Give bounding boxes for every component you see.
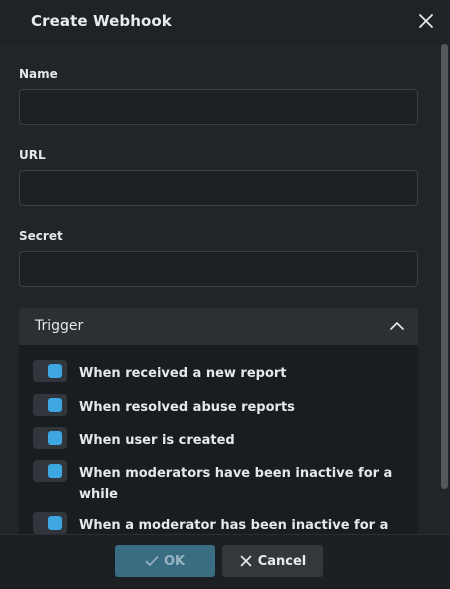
name-input[interactable] (19, 89, 418, 125)
toggle-knob (48, 464, 62, 478)
create-webhook-dialog: Create Webhook Name URL Secret Trigger W… (0, 0, 450, 589)
url-label: URL (19, 148, 46, 162)
close-button[interactable] (413, 8, 439, 34)
dialog-content: Name URL Secret Trigger When received a … (0, 44, 438, 534)
trigger-item-label: When received a new report (79, 366, 287, 381)
trigger-toggle[interactable] (33, 360, 67, 382)
trigger-title: Trigger (35, 318, 84, 334)
check-icon (145, 556, 159, 566)
dialog-header: Create Webhook (0, 0, 450, 44)
trigger-toggle[interactable] (33, 427, 67, 449)
scrollbar-thumb[interactable] (441, 44, 448, 489)
cancel-button-label: Cancel (257, 553, 307, 569)
trigger-section-header[interactable]: Trigger (19, 308, 418, 345)
trigger-toggle[interactable] (33, 512, 67, 534)
name-label: Name (19, 67, 58, 81)
toggle-knob (48, 516, 62, 530)
secret-input[interactable] (19, 251, 418, 287)
dialog-title: Create Webhook (31, 12, 172, 30)
x-icon (240, 555, 252, 567)
trigger-item-label: When moderators have been inactive for a… (79, 466, 393, 502)
scrollbar[interactable] (441, 44, 448, 489)
secret-label: Secret (19, 229, 63, 243)
trigger-item-label: When resolved abuse reports (79, 400, 295, 415)
cancel-button[interactable]: Cancel (222, 545, 323, 577)
trigger-item-label: When user is created (79, 433, 235, 448)
chevron-up-icon (390, 322, 404, 330)
toggle-knob (48, 398, 62, 412)
trigger-item-label: When a moderator has been inactive for a (79, 518, 389, 533)
ok-button-label: OK (163, 553, 186, 569)
dialog-footer: OK Cancel (0, 534, 450, 589)
toggle-knob (48, 364, 62, 378)
close-icon (419, 14, 433, 28)
url-input[interactable] (19, 170, 418, 206)
ok-button[interactable]: OK (115, 545, 215, 577)
trigger-toggle[interactable] (33, 394, 67, 416)
toggle-knob (48, 431, 62, 445)
trigger-section-body: When received a new report When resolved… (19, 345, 418, 534)
trigger-toggle[interactable] (33, 460, 67, 482)
